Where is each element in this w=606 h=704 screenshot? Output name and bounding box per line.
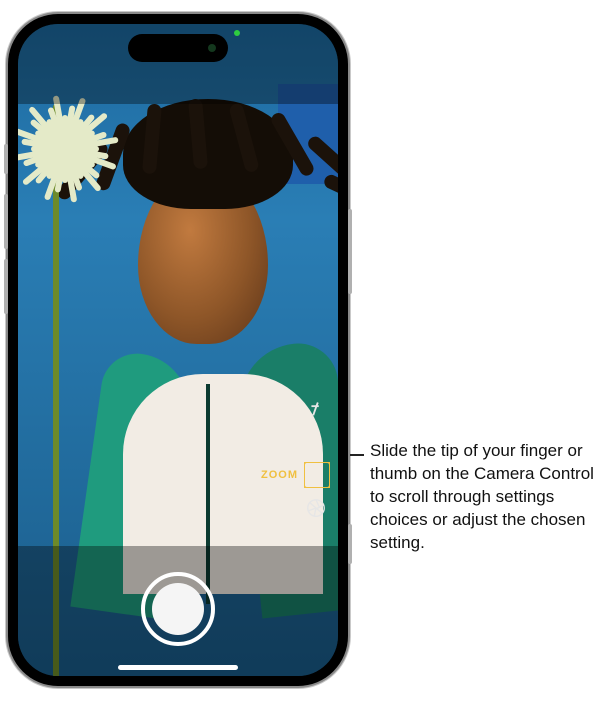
- callout-leader-line: [350, 454, 364, 456]
- flower-head: [18, 94, 120, 204]
- iphone-frame: ZOOM: [8, 14, 348, 686]
- volume-down-button[interactable]: [4, 259, 8, 314]
- zoom-setting-row[interactable]: ZOOM: [261, 462, 330, 488]
- side-button[interactable]: [348, 209, 352, 294]
- callout-text: Slide the tip of your finger or thumb on…: [370, 440, 598, 555]
- f-icon[interactable]: [302, 394, 330, 422]
- aperture-icon[interactable]: [302, 494, 330, 522]
- volume-up-button[interactable]: [4, 194, 8, 249]
- dynamic-island: [128, 34, 228, 62]
- camera-settings-column: [298, 394, 334, 522]
- shutter-button[interactable]: [141, 572, 215, 646]
- zoom-label: ZOOM: [261, 469, 298, 481]
- mute-switch[interactable]: [4, 144, 8, 174]
- frame-icon[interactable]: [304, 462, 330, 488]
- home-indicator[interactable]: [118, 665, 238, 670]
- screen: ZOOM: [18, 24, 338, 676]
- camera-control-button[interactable]: [348, 524, 352, 564]
